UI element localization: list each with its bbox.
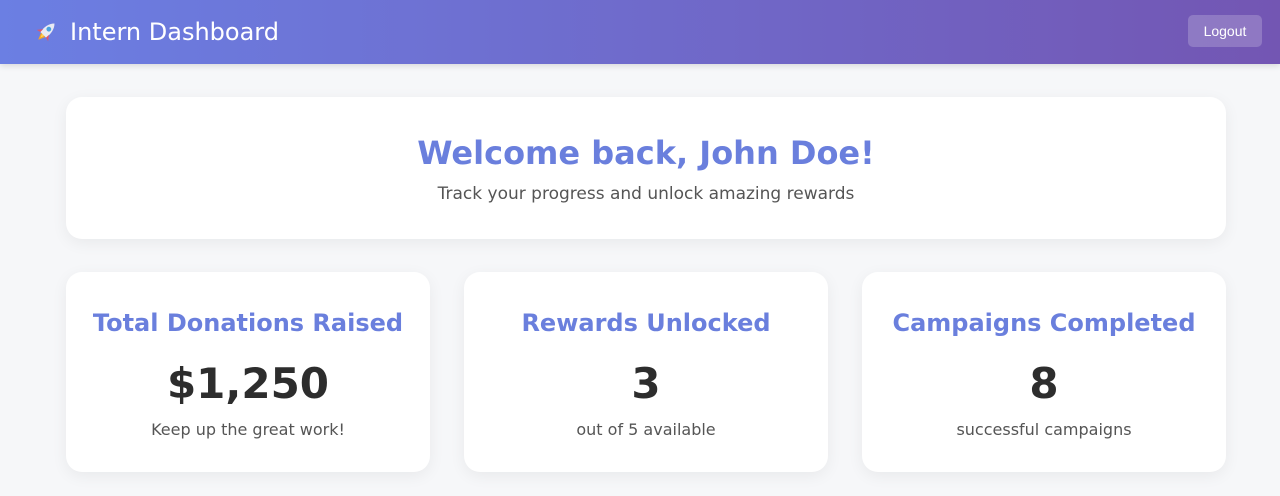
- rewards-card: Rewards Unlocked 3 out of 5 available: [464, 272, 828, 472]
- welcome-card: Welcome back, John Doe! Track your progr…: [66, 97, 1226, 239]
- top-navbar: Intern Dashboard Logout: [0, 0, 1280, 64]
- welcome-title: Welcome back, John Doe!: [417, 134, 875, 172]
- campaigns-value: 8: [1029, 359, 1059, 408]
- brand: Intern Dashboard: [32, 0, 279, 64]
- logout-button[interactable]: Logout: [1188, 15, 1262, 47]
- donations-value: $1,250: [166, 359, 330, 408]
- rocket-icon: [32, 18, 60, 46]
- app-title: Intern Dashboard: [70, 18, 279, 46]
- donations-title: Total Donations Raised: [92, 309, 404, 337]
- donations-note: Keep up the great work!: [151, 420, 345, 439]
- rewards-note: out of 5 available: [576, 420, 716, 439]
- campaigns-card: Campaigns Completed 8 successful campaig…: [862, 272, 1226, 472]
- rewards-value: 3: [631, 359, 661, 408]
- welcome-subtitle: Track your progress and unlock amazing r…: [437, 184, 855, 204]
- campaigns-title: Campaigns Completed: [892, 309, 1196, 337]
- campaigns-note: successful campaigns: [956, 420, 1132, 439]
- donations-card: Total Donations Raised $1,250 Keep up th…: [66, 272, 430, 472]
- rewards-title: Rewards Unlocked: [521, 309, 771, 337]
